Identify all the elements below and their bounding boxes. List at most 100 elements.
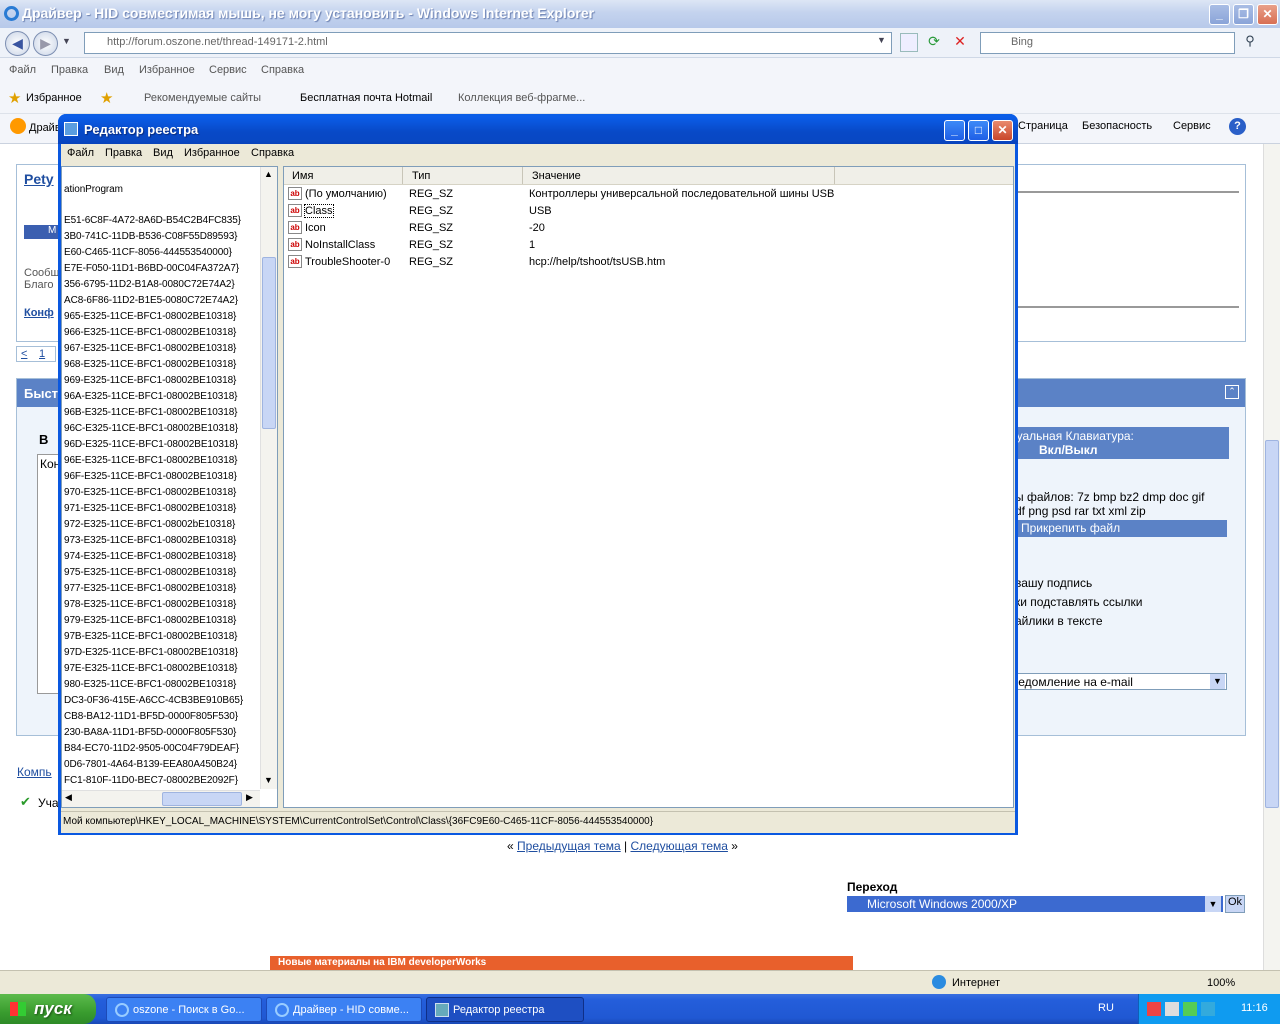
forward-button[interactable]: ▶: [33, 31, 58, 56]
tree-item[interactable]: 96F-E325-11CE-BFC1-08002BE10318}: [64, 471, 237, 482]
tree-item[interactable]: 96E-E325-11CE-BFC1-08002BE10318}: [64, 455, 238, 466]
tree-item[interactable]: E60-C465-11CF-8056-444553540000}: [64, 247, 232, 258]
scroll-thumb[interactable]: [1265, 440, 1279, 808]
close-button[interactable]: ✕: [1257, 4, 1278, 25]
regedit-menu-edit[interactable]: Правка: [105, 147, 142, 159]
tree-item[interactable]: 969-E325-11CE-BFC1-08002BE10318}: [64, 375, 236, 386]
tree-item[interactable]: E51-6C8F-4A72-8A6D-B54C2B4FC835}: [64, 215, 241, 226]
option-signature[interactable]: вашу подпись: [1015, 576, 1092, 590]
language-indicator[interactable]: RU: [1098, 1002, 1114, 1014]
tree-item[interactable]: 230-BA8A-11D1-BF5D-0000F805F530}: [64, 727, 236, 738]
menu-view[interactable]: Вид: [104, 64, 124, 76]
attach-file-button[interactable]: Прикрепить файл: [1015, 520, 1227, 537]
zoom-level[interactable]: 100%: [1207, 977, 1235, 989]
vkb-toggle[interactable]: Вкл/Выкл: [1039, 443, 1097, 457]
fav-link-hotmail[interactable]: Бесплатная почта Hotmail: [300, 92, 432, 104]
menu-file[interactable]: Файл: [9, 64, 36, 76]
tray-icon[interactable]: [1147, 1002, 1161, 1016]
tree-item[interactable]: 970-E325-11CE-BFC1-08002BE10318}: [64, 487, 236, 498]
address-dropdown-icon[interactable]: ▼: [877, 35, 886, 45]
page-1[interactable]: 1: [39, 348, 45, 360]
add-favorite-icon[interactable]: ★: [100, 89, 113, 107]
help-icon[interactable]: ?: [1229, 118, 1246, 135]
stop-icon[interactable]: ✕: [951, 33, 969, 52]
scroll-up-icon[interactable]: ▲: [264, 169, 273, 179]
scroll-left-icon[interactable]: ◀: [65, 792, 72, 803]
regedit-menu-view[interactable]: Вид: [153, 147, 173, 159]
tree-item[interactable]: 97E-E325-11CE-BFC1-08002BE10318}: [64, 663, 238, 674]
goto-select[interactable]: Microsoft Windows 2000/XP ▼: [847, 896, 1223, 912]
tree-item[interactable]: 965-E325-11CE-BFC1-08002BE10318}: [64, 311, 236, 322]
column-name[interactable]: Имя: [292, 170, 313, 182]
post-username[interactable]: Pety: [24, 171, 54, 187]
tree-item[interactable]: 96C-E325-11CE-BFC1-08002BE10318}: [64, 423, 238, 434]
tree-item[interactable]: 971-E325-11CE-BFC1-08002BE10318}: [64, 503, 236, 514]
page-prev[interactable]: <: [21, 348, 27, 360]
search-icon[interactable]: ⚲: [1240, 33, 1260, 53]
browser-tab[interactable]: Драйв: [29, 122, 61, 134]
tree-hscroll-thumb[interactable]: [162, 792, 242, 806]
tree-item[interactable]: 97D-E325-11CE-BFC1-08002BE10318}: [64, 647, 238, 658]
tree-item[interactable]: 977-E325-11CE-BFC1-08002BE10318}: [64, 583, 236, 594]
tree-vscrollbar[interactable]: ▲ ▼: [260, 167, 277, 789]
computer-link[interactable]: Компь: [17, 765, 52, 779]
tree-item[interactable]: 973-E325-11CE-BFC1-08002BE10318}: [64, 535, 236, 546]
tree-item[interactable]: 356-6795-11D2-B1A8-0080C72E74A2}: [64, 279, 235, 290]
collapse-icon[interactable]: ⌃: [1225, 385, 1239, 399]
tree-item[interactable]: B84-EC70-11D2-9505-00C04F79DEAF}: [64, 743, 239, 754]
tray-icon[interactable]: [1183, 1002, 1197, 1016]
scroll-down-icon[interactable]: ▼: [264, 775, 273, 785]
tree-item[interactable]: 978-E325-11CE-BFC1-08002BE10318}: [64, 599, 236, 610]
tree-item[interactable]: 972-E325-11CE-BFC1-08002bE10318}: [64, 519, 235, 530]
start-button[interactable]: пуск: [0, 994, 96, 1024]
regedit-close-button[interactable]: ✕: [992, 120, 1013, 141]
history-dropdown-icon[interactable]: ▼: [62, 36, 71, 46]
minimize-button[interactable]: _: [1209, 4, 1230, 25]
tree-item[interactable]: 975-E325-11CE-BFC1-08002BE10318}: [64, 567, 236, 578]
registry-tree[interactable]: ationProgram E51-6C8F-4A72-8A6D-B54C2B4F…: [61, 166, 278, 808]
regedit-menu-help[interactable]: Справка: [251, 147, 294, 159]
tools-menu[interactable]: Сервис: [1173, 120, 1211, 132]
tree-item[interactable]: 966-E325-11CE-BFC1-08002BE10318}: [64, 327, 236, 338]
task-regedit[interactable]: Редактор реестра: [426, 997, 584, 1022]
fav-link-webslices[interactable]: Коллекция веб-фрагме...: [458, 92, 585, 104]
chevron-down-icon[interactable]: ▼: [1205, 896, 1221, 912]
bold-button[interactable]: B: [39, 432, 48, 447]
tree-item[interactable]: 0D6-7801-4A64-B139-EEA80A450B24}: [64, 759, 237, 770]
tree-hscrollbar[interactable]: ◀ ▶: [62, 790, 260, 807]
tree-item[interactable]: 3B0-741C-11DB-B536-C08F55D89593}: [64, 231, 238, 242]
compat-view-icon[interactable]: [900, 33, 918, 52]
option-links[interactable]: ки подставлять ссылки: [1015, 595, 1143, 609]
page-scrollbar[interactable]: [1263, 144, 1280, 970]
prev-topic-link[interactable]: Предыдущая тема: [517, 839, 621, 853]
tree-item[interactable]: E7E-F050-11D1-B6BD-00C04FA372A7}: [64, 263, 239, 274]
tray-icon[interactable]: [1165, 1002, 1179, 1016]
refresh-icon[interactable]: ⟳: [925, 33, 943, 52]
tree-item[interactable]: AC8-6F86-11D2-B1E5-0080C72E74A2}: [64, 295, 238, 306]
menu-edit[interactable]: Правка: [51, 64, 88, 76]
menu-help[interactable]: Справка: [261, 64, 304, 76]
value-row[interactable]: ab Icon REG_SZ -20: [288, 220, 1008, 237]
back-button[interactable]: ◀: [5, 31, 30, 56]
tree-item[interactable]: FC1-810F-11D0-BEC7-08002BE2092F}: [64, 775, 238, 786]
tree-item[interactable]: 97B-E325-11CE-BFC1-08002BE10318}: [64, 631, 238, 642]
tree-item[interactable]: 968-E325-11CE-BFC1-08002BE10318}: [64, 359, 236, 370]
option-smilies[interactable]: айлики в тексте: [1015, 614, 1103, 628]
value-row[interactable]: ab TroubleShooter-0 REG_SZ hcp://help/tshoo…: [288, 254, 1008, 271]
tree-item[interactable]: DC3-0F36-415E-A6CC-4CB3BE910B65}: [64, 695, 243, 706]
tree-item[interactable]: 979-E325-11CE-BFC1-08002BE10318}: [64, 615, 236, 626]
tree-item[interactable]: 974-E325-11CE-BFC1-08002BE10318}: [64, 551, 236, 562]
value-row[interactable]: ab (По умолчанию) REG_SZ Контроллеры универ…: [288, 186, 1008, 203]
fav-link-suggested[interactable]: Рекомендуемые сайты: [144, 92, 261, 104]
menu-favorites[interactable]: Избранное: [139, 64, 195, 76]
notify-select[interactable]: ведомление на e-mail ▼: [1009, 673, 1227, 690]
search-box[interactable]: Bing: [980, 32, 1235, 54]
favorites-button[interactable]: Избранное: [26, 92, 82, 104]
regedit-maximize-button[interactable]: □: [968, 120, 989, 141]
regedit-minimize-button[interactable]: _: [944, 120, 965, 141]
tree-item[interactable]: 96A-E325-11CE-BFC1-08002BE10318}: [64, 391, 238, 402]
tree-item[interactable]: ationProgram: [64, 184, 123, 195]
regedit-menu-favorites[interactable]: Избранное: [184, 147, 240, 159]
virtual-keyboard-box[interactable]: туальная Клавиатура: Вкл/Выкл: [1009, 427, 1229, 459]
address-bar[interactable]: http://forum.oszone.net/thread-149171-2.…: [84, 32, 892, 54]
